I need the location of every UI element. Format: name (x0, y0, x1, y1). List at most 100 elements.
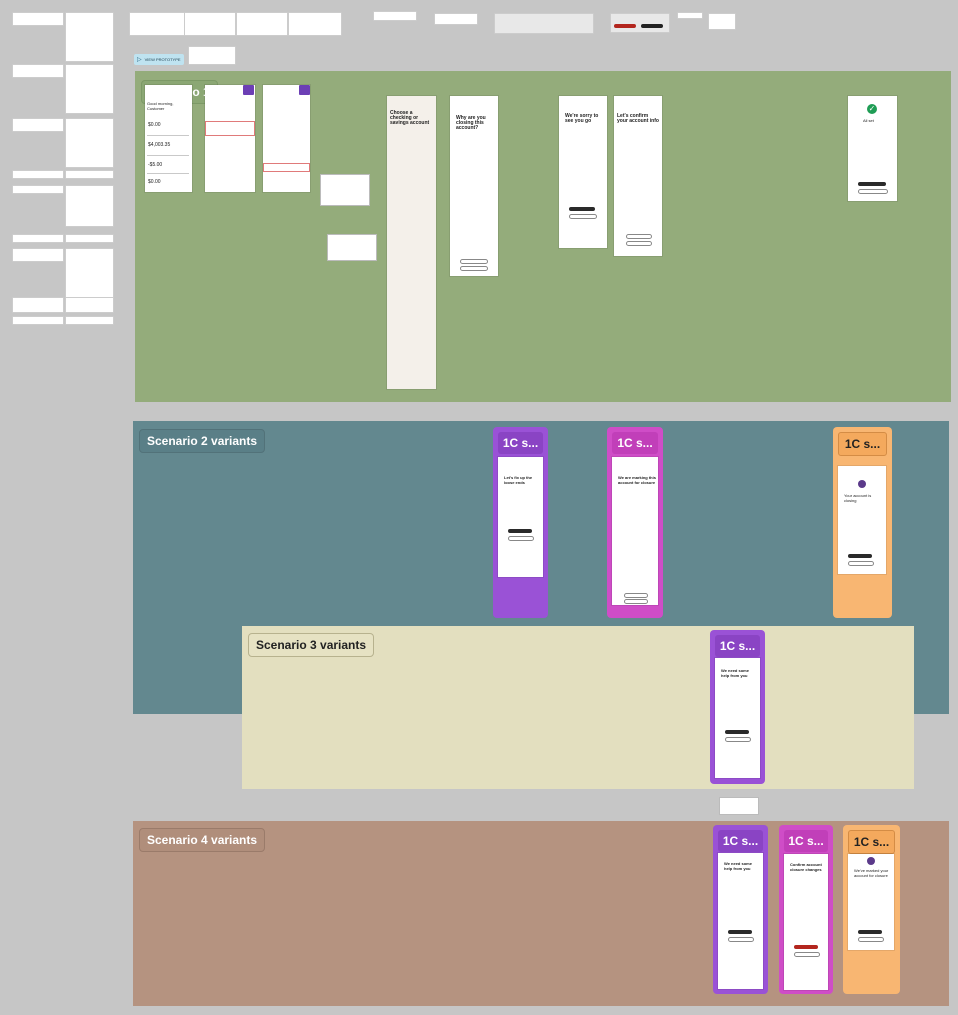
variant-label: 1C s... (498, 432, 543, 454)
highlight-box (205, 121, 255, 136)
variant-label: 1C s... (838, 432, 887, 456)
view-prototype-button[interactable]: ▷ VIEW PROTOTYPE (134, 54, 184, 65)
account-screen (263, 85, 310, 192)
account-badge (243, 85, 254, 95)
component-frame (288, 12, 342, 36)
continue-button[interactable] (460, 259, 488, 264)
cancel-button[interactable] (794, 952, 820, 957)
cancel-button[interactable] (460, 266, 488, 271)
component-frame (184, 12, 236, 36)
status-icon (858, 480, 866, 488)
variant-card[interactable]: 1C s... We need some help from you (710, 630, 765, 784)
scenario-2-label: Scenario 2 variants (139, 429, 266, 453)
balance-card-sample (188, 46, 236, 65)
variant-screen: Your account is closing (838, 466, 886, 574)
balance-value: $0.00 (148, 122, 161, 128)
variant-screen: We need some help from you (715, 658, 760, 778)
scenario-4-label: Scenario 4 variants (139, 828, 266, 852)
continue-button[interactable] (508, 529, 532, 533)
scenario-3-section: Scenario 3 variants (242, 626, 914, 789)
confirm-info-title: Let's confirm your account info (617, 113, 659, 124)
variant-label: 1C s... (715, 635, 760, 657)
component-frame (434, 13, 478, 25)
component-frame (236, 12, 288, 36)
cancel-button[interactable] (725, 737, 751, 742)
secondary-button[interactable] (858, 189, 888, 194)
delete-button[interactable] (794, 945, 818, 949)
continue-button[interactable] (626, 234, 652, 239)
component-frame (494, 13, 594, 34)
variant-card[interactable]: 1C s... We are marking this account for … (607, 427, 663, 618)
legend-card (65, 248, 114, 300)
legend-card (12, 234, 64, 243)
red-button-sample (614, 24, 636, 28)
why-closing-title: Why are you closing this account? (456, 115, 486, 131)
all-set-title: All set (863, 118, 874, 123)
screen-title: Let's fix up the loose ends (504, 475, 533, 485)
cancel-button[interactable] (626, 241, 652, 246)
variant-card[interactable]: 1C s... Your account is closing (833, 427, 892, 618)
check-icon: ✓ (867, 104, 877, 114)
legend-card (12, 248, 64, 262)
scenario-1-section: Scenario 1 Good morning, Customer $0.00 … (135, 71, 951, 402)
done-button[interactable] (858, 182, 886, 186)
choose-account-screen: Choose a checking or savings account (387, 96, 436, 389)
legend-card (12, 316, 64, 325)
dark-button-sample (641, 24, 663, 28)
legend-card (65, 64, 114, 114)
legend-card (12, 170, 64, 179)
cancel-button[interactable] (624, 599, 648, 604)
screen-title: We've marked your account for closure (854, 868, 889, 878)
component-frame (677, 12, 703, 19)
variant-screen: Let's fix up the loose ends (498, 457, 543, 577)
cancel-button[interactable] (508, 536, 534, 541)
scenario-3-label: Scenario 3 variants (248, 633, 375, 657)
component-frame (373, 11, 417, 21)
balance-value: -$5.00 (148, 162, 163, 168)
legend-card (65, 170, 114, 179)
legend-card (65, 12, 114, 62)
component-frame (708, 13, 736, 30)
variant-card[interactable]: 1C s... Confirm account closure changes (779, 825, 833, 994)
continue-button[interactable] (728, 930, 752, 934)
legend-card (65, 118, 114, 168)
variant-label: 1C s... (612, 432, 658, 454)
secondary-button[interactable] (858, 937, 884, 942)
account-badge (299, 85, 310, 95)
why-closing-screen: Why are you closing this account? (450, 96, 498, 276)
status-icon (867, 857, 875, 865)
all-set-screen: ✓ All set (848, 96, 897, 201)
cancel-button[interactable] (569, 214, 597, 219)
variant-label: 1C s... (784, 830, 828, 852)
done-button[interactable] (858, 930, 882, 934)
variant-card[interactable]: 1C s... We need some help from you (713, 825, 768, 994)
done-button[interactable] (848, 554, 872, 558)
continue-button[interactable] (725, 730, 749, 734)
dashboard-title: Good morning, Customer (147, 101, 174, 111)
legend-card (12, 118, 64, 132)
cancel-button[interactable] (728, 937, 754, 942)
legend-card (12, 297, 64, 313)
legend-card (12, 64, 64, 78)
variant-card[interactable]: 1C s... We've marked your account for cl… (843, 825, 900, 994)
component-frame (129, 12, 185, 36)
continue-button[interactable] (569, 207, 595, 211)
view-prototype-label: VIEW PROTOTYPE (144, 57, 181, 62)
sorry-title: We're sorry to see you go (565, 113, 599, 124)
variant-screen: We've marked your account for closure (848, 854, 894, 950)
component-frame (610, 13, 670, 33)
legend-card (65, 234, 114, 243)
continue-button[interactable] (624, 593, 648, 598)
screen-title: Your account is closing (844, 493, 872, 503)
screen-title: We are marking this account for closure (618, 475, 656, 485)
variant-card[interactable]: 1C s... Let's fix up the loose ends (493, 427, 548, 618)
balance-value: $4,003.35 (148, 142, 171, 148)
legend-card (65, 185, 114, 227)
variant-label: 1C s... (718, 830, 763, 852)
variant-screen: We need some help from you (718, 853, 763, 989)
choose-account-title: Choose a checking or savings account (390, 110, 430, 126)
sorry-screen: We're sorry to see you go (559, 96, 607, 248)
secondary-button[interactable] (848, 561, 874, 566)
comment-note (719, 797, 759, 815)
legend-panel (12, 12, 114, 325)
